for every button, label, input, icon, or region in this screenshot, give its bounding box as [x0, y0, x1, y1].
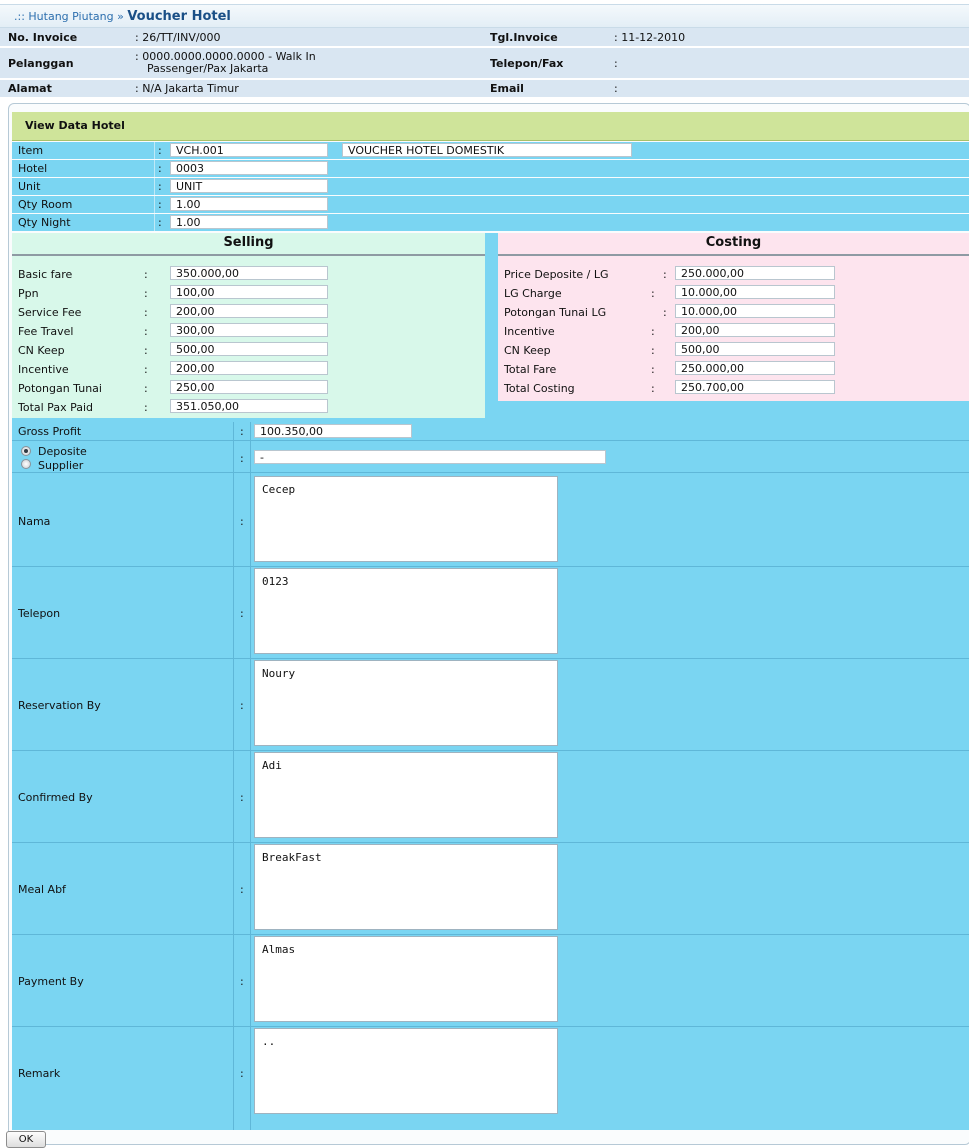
nama-textarea[interactable]: Cecep	[254, 476, 558, 562]
cost-incentive-field[interactable]: 200,00	[675, 323, 835, 337]
tgl-invoice-label: Tgl.Invoice	[490, 31, 558, 44]
remark-label: Remark	[18, 1067, 61, 1080]
cost-cn-keep-field[interactable]: 500,00	[675, 342, 835, 356]
payment-by-textarea[interactable]: Almas	[254, 936, 558, 1022]
email-value: :	[614, 82, 618, 95]
hotel-field[interactable]: 0003	[170, 161, 328, 175]
tgl-invoice-value: : 11-12-2010	[614, 31, 686, 44]
meal-abf-textarea[interactable]: BreakFast	[254, 844, 558, 930]
sell-cost-gap	[485, 233, 498, 422]
unit-row: Unit : UNIT	[12, 178, 969, 195]
alamat-label: Alamat	[8, 82, 52, 95]
selling-divider	[12, 254, 485, 256]
potongan-tunai-field[interactable]: 250,00	[170, 380, 328, 394]
selling-section: Selling Basic fare : 350.000,00 Ppn : 10…	[12, 233, 485, 418]
supplier-radio[interactable]	[21, 459, 31, 469]
confirmed-by-textarea[interactable]: Adi	[254, 752, 558, 838]
fee-travel-field[interactable]: 300,00	[170, 323, 328, 337]
page-header: .:: Hutang Piutang » Voucher Hotel	[0, 4, 969, 28]
item-description-field[interactable]: VOUCHER HOTEL DOMESTIK	[342, 143, 632, 157]
remark-textarea[interactable]: ..	[254, 1028, 558, 1114]
page-title: Voucher Hotel	[127, 9, 231, 24]
price-deposite-label: Price Deposite / LG	[504, 268, 609, 281]
incentive-label: Incentive	[18, 363, 69, 376]
pelanggan-label: Pelanggan	[8, 57, 74, 70]
lg-charge-label: LG Charge	[504, 287, 562, 300]
no-invoice-label: No. Invoice	[8, 31, 78, 44]
qty-night-row: Qty Night : 1.00	[12, 214, 969, 231]
potongan-tunai-lg-field[interactable]: 10.000,00	[675, 304, 835, 318]
cost-cn-keep-label: CN Keep	[504, 344, 551, 357]
qty-night-label: Qty Night	[18, 216, 71, 229]
basic-fare-field[interactable]: 350.000,00	[170, 266, 328, 280]
qty-room-row: Qty Room : 1.00	[12, 196, 969, 213]
total-pax-paid-label: Total Pax Paid	[18, 401, 93, 414]
ok-button[interactable]: OK	[6, 1131, 46, 1148]
gross-profit-label: Gross Profit	[18, 425, 82, 438]
section-title: View Data Hotel	[25, 119, 125, 132]
alamat-row: Alamat : N/A Jakarta Timur Email :	[0, 80, 969, 97]
costing-divider	[498, 254, 969, 256]
selling-title: Selling	[223, 235, 274, 250]
payment-source-field[interactable]: -	[254, 450, 606, 464]
lg-charge-field[interactable]: 10.000,00	[675, 285, 835, 299]
nama-label: Nama	[18, 515, 51, 528]
confirmed-by-label: Confirmed By	[18, 791, 93, 804]
reservation-by-label: Reservation By	[18, 699, 101, 712]
incentive-field[interactable]: 200,00	[170, 361, 328, 375]
basic-fare-label: Basic fare	[18, 268, 73, 281]
deposite-label: Deposite	[38, 445, 87, 458]
costing-section: Costing Price Deposite / LG : 250.000,00…	[498, 233, 969, 401]
cn-keep-label: CN Keep	[18, 344, 65, 357]
telepon-textarea[interactable]: 0123	[254, 568, 558, 654]
section-title-bar: View Data Hotel	[12, 112, 969, 141]
ppn-label: Ppn	[18, 287, 39, 300]
pelanggan-row: Pelanggan : 0000.0000.0000.0000 - Walk I…	[0, 48, 969, 78]
qty-room-label: Qty Room	[18, 198, 73, 211]
unit-label: Unit	[18, 180, 41, 193]
meal-abf-label: Meal Abf	[18, 883, 66, 896]
qty-room-field[interactable]: 1.00	[170, 197, 328, 211]
costing-title: Costing	[705, 235, 762, 250]
reservation-by-textarea[interactable]: Noury	[254, 660, 558, 746]
telepon-label: Telepon	[18, 607, 61, 620]
qty-night-field[interactable]: 1.00	[170, 215, 328, 229]
cost-bottom-strip	[498, 401, 969, 422]
unit-field[interactable]: UNIT	[170, 179, 328, 193]
telepon-fax-label: Telepon/Fax	[490, 57, 564, 70]
invoice-row: No. Invoice : 26/TT/INV/000 Tgl.Invoice …	[0, 28, 969, 46]
gross-profit-field[interactable]: 100.350,00	[254, 424, 412, 438]
hotel-row: Hotel : 0003	[12, 160, 969, 177]
payment-by-label: Payment By	[18, 975, 84, 988]
service-fee-field[interactable]: 200,00	[170, 304, 328, 318]
supplier-label: Supplier	[38, 459, 84, 472]
service-fee-label: Service Fee	[18, 306, 82, 319]
no-invoice-value: : 26/TT/INV/000	[135, 31, 221, 44]
potongan-tunai-lg-label: Potongan Tunai LG	[504, 306, 607, 319]
total-fare-label: Total Fare	[504, 363, 557, 376]
breadcrumb: .:: Hutang Piutang » Voucher Hotel	[14, 9, 231, 24]
email-label: Email	[490, 82, 524, 95]
total-costing-label: Total Costing	[504, 382, 575, 395]
cost-incentive-label: Incentive	[504, 325, 555, 338]
total-pax-paid-field[interactable]: 351.050,00	[170, 399, 328, 413]
telepon-fax-value: :	[614, 57, 618, 70]
hotel-label: Hotel	[18, 162, 48, 175]
pelanggan-value-line2: Passenger/Pax Jakarta	[147, 62, 269, 75]
ppn-field[interactable]: 100,00	[170, 285, 328, 299]
alamat-value: : N/A Jakarta Timur	[135, 82, 239, 95]
item-row: Item : VCH.001 VOUCHER HOTEL DOMESTIK	[12, 142, 969, 159]
item-label: Item	[18, 144, 44, 157]
cn-keep-field[interactable]: 500,00	[170, 342, 328, 356]
price-deposite-field[interactable]: 250.000,00	[675, 266, 835, 280]
potongan-tunai-label: Potongan Tunai	[18, 382, 102, 395]
item-code-field[interactable]: VCH.001	[170, 143, 328, 157]
total-fare-field[interactable]: 250.000,00	[675, 361, 835, 375]
deposite-radio[interactable]	[21, 446, 31, 456]
fee-travel-label: Fee Travel	[18, 325, 74, 338]
total-costing-field[interactable]: 250.700,00	[675, 380, 835, 394]
